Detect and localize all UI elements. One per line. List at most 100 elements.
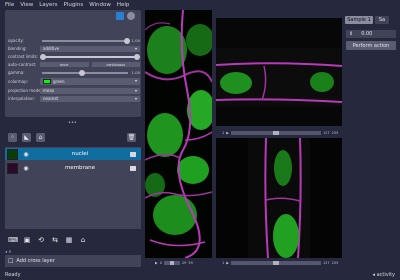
projection-mode-row: projection mode: mean ▾ <box>8 87 140 94</box>
layer-item-membrane[interactable]: ◉ membrane <box>5 162 141 174</box>
dims-slider-axis: 1 <box>222 131 225 135</box>
dims-slider-track[interactable] <box>230 131 321 135</box>
dims-slider-max: 255 <box>331 131 339 135</box>
projection-mode-value: mean <box>43 88 55 93</box>
menu-plugins[interactable]: Plugins <box>63 2 83 8</box>
plugin-dock-panel: Sample 1 Sa ⇕ 0.00 Perform action <box>343 13 400 270</box>
colormap-value: green <box>53 79 65 84</box>
opacity-label: opacity: <box>8 38 24 43</box>
opacity-slider-handle[interactable] <box>124 37 130 44</box>
canvas-right-top[interactable] <box>216 18 342 126</box>
canvas-left-image <box>145 10 212 258</box>
auto-contrast-label: auto-contrast: <box>8 62 37 67</box>
checkbox-icon[interactable]: ☐ <box>8 258 13 265</box>
add-cross-layer-label[interactable]: Add cross layer <box>16 258 54 264</box>
interpolation-label: interpolation: <box>8 96 35 101</box>
dims-slider-current: 127 <box>322 131 330 135</box>
canvas-left[interactable] <box>145 10 212 258</box>
ndisplay-toggle-icon[interactable]: ▣ <box>22 235 32 245</box>
menu-file[interactable]: File <box>5 2 14 8</box>
layer-buttons-toolbar: ⁘ ◣ ⌂ 🗑 <box>5 131 141 143</box>
interpolation-dropdown[interactable]: nearest ▾ <box>40 95 140 102</box>
contrast-limits-label: contrast limits: <box>8 54 38 59</box>
layer-controls-panel: opacity: 1.00 blending: additive ▾ contr… <box>5 10 141 117</box>
new-points-layer-icon[interactable]: ⁘ <box>8 132 17 142</box>
layer-type-icon <box>130 151 136 157</box>
chevron-down-icon: ▾ <box>134 45 137 51</box>
interpolation-value: nearest <box>43 96 59 101</box>
gamma-value: 1.00 <box>131 70 140 75</box>
menu-view[interactable]: View <box>20 2 33 8</box>
pan-zoom-icon[interactable] <box>116 12 124 20</box>
auto-contrast-once-button[interactable]: once <box>40 62 89 67</box>
contrast-low-handle[interactable] <box>40 53 46 60</box>
dims-slider-current: 127 <box>322 261 330 265</box>
transform-icon[interactable] <box>127 12 135 20</box>
visibility-eye-icon[interactable]: ◉ <box>22 150 30 158</box>
console-icon[interactable]: ⌨ <box>8 235 18 245</box>
transpose-dims-icon[interactable]: ⇆ <box>50 235 60 245</box>
menu-layers[interactable]: Layers <box>39 2 57 8</box>
dims-slider-current: 29 <box>181 261 187 265</box>
interpolation-row: interpolation: nearest ▾ <box>8 95 140 102</box>
contrast-high-handle[interactable] <box>134 53 140 60</box>
auto-contrast-continuous-button[interactable]: continuous <box>91 62 140 67</box>
layer-controls-header <box>5 10 141 22</box>
dims-slider-track[interactable] <box>230 261 321 265</box>
grid-view-icon[interactable]: ▦ <box>64 235 74 245</box>
canvas-right-bottom[interactable] <box>216 138 342 258</box>
play-icon[interactable]: ▶ <box>226 261 229 265</box>
colormap-row: colormap: green ▾ <box>8 77 140 86</box>
gamma-slider-handle[interactable] <box>78 69 85 76</box>
layer-name[interactable]: membrane <box>30 165 130 171</box>
blending-row: blending: additive ▾ <box>8 45 140 52</box>
menu-window[interactable]: Window <box>89 2 111 8</box>
canvas-right-top-image <box>216 18 342 126</box>
tab-sample-2[interactable]: Sa <box>375 16 389 24</box>
menu-help[interactable]: Help <box>117 2 130 8</box>
blending-value: additive <box>43 46 60 51</box>
gamma-label: gamma: <box>8 70 25 75</box>
layer-name[interactable]: nuclei <box>30 151 130 157</box>
layer-thumbnail <box>7 148 18 160</box>
layer-thumbnail <box>7 162 18 174</box>
dims-slider-right-top: 1 ▶ 127 255 <box>222 131 338 135</box>
spinbox-arrows-icon[interactable]: ⇕ <box>349 31 353 37</box>
activity-toggle[interactable]: ◂ activity <box>372 272 395 278</box>
contrast-limits-slider[interactable] <box>40 53 140 60</box>
chevron-down-icon: ▾ <box>134 95 137 101</box>
play-icon[interactable]: ▶ <box>155 261 158 265</box>
dims-slider-left: ▶ 0 29 59 <box>155 261 193 265</box>
projection-mode-dropdown[interactable]: mean ▾ <box>40 87 140 94</box>
viewer-buttons: ⌨ ▣ ⟲ ⇆ ▦ ⌂ <box>5 233 141 247</box>
new-shapes-layer-icon[interactable]: ◣ <box>22 132 31 142</box>
perform-action-button[interactable]: Perform action <box>346 41 396 50</box>
delete-layer-icon[interactable]: 🗑 <box>127 132 136 142</box>
blending-dropdown[interactable]: additive ▾ <box>40 45 140 52</box>
panel-splitter-handle[interactable]: ••• <box>68 120 77 126</box>
status-bar: Ready ◂ activity <box>0 270 400 280</box>
chevron-down-icon: ▾ <box>134 78 137 83</box>
visibility-eye-icon[interactable]: ◉ <box>22 164 30 172</box>
new-labels-layer-icon[interactable]: ⌂ <box>36 132 45 142</box>
play-icon[interactable]: ▶ <box>226 131 229 135</box>
dims-slider-value: 0 <box>159 261 162 265</box>
menu-bar: File View Layers Plugins Window Help <box>0 0 400 9</box>
colormap-dropdown[interactable]: green ▾ <box>40 78 140 85</box>
dims-slider-track[interactable] <box>163 261 180 265</box>
dims-slider-axis: 1 <box>222 261 225 265</box>
layer-item-nuclei[interactable]: ◉ nuclei <box>5 148 141 160</box>
value-spinbox[interactable]: ⇕ 0.00 <box>346 30 396 38</box>
layer-list: ◉ nuclei ◉ membrane <box>5 147 141 229</box>
opacity-row: opacity: 1.00 <box>8 37 140 44</box>
gamma-row: gamma: 1.00 <box>8 69 140 76</box>
tab-sample-1[interactable]: Sample 1 <box>345 16 373 24</box>
opacity-slider[interactable] <box>40 37 130 44</box>
status-text: Ready <box>5 272 21 278</box>
dims-slider-max: 59 <box>188 261 193 265</box>
roll-dims-icon[interactable]: ⟲ <box>36 235 46 245</box>
opacity-value: 1.00 <box>131 38 140 43</box>
colormap-swatch <box>43 79 51 84</box>
home-icon[interactable]: ⌂ <box>78 235 88 245</box>
gamma-slider[interactable] <box>40 69 130 76</box>
